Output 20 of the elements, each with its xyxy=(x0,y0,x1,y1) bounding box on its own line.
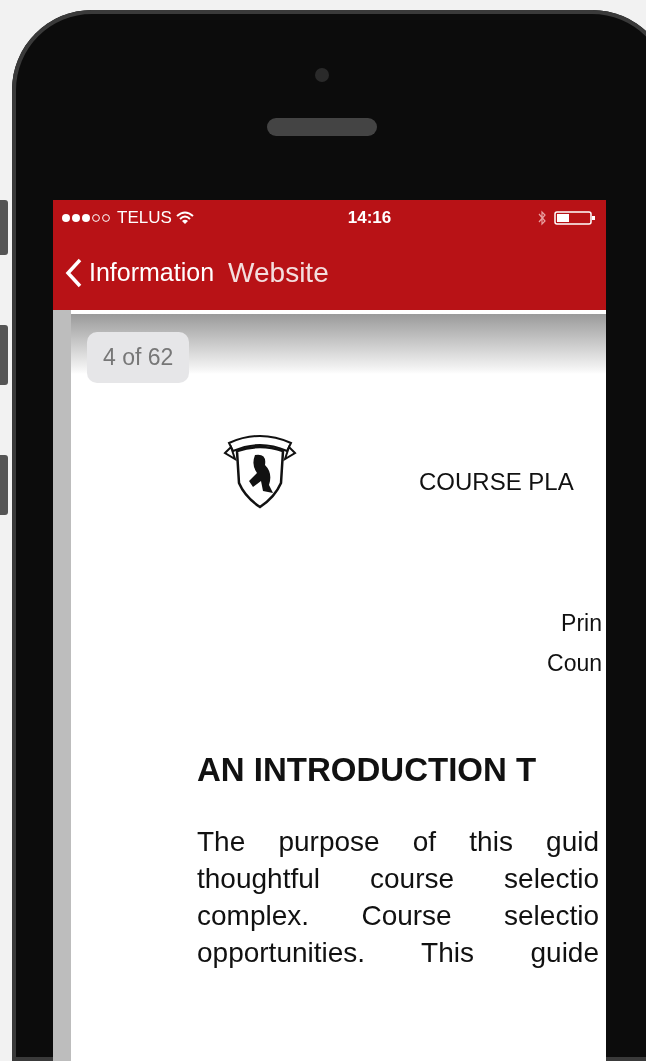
carrier-name: TELUS xyxy=(117,207,172,228)
paragraph-line: complex. Course selectio xyxy=(197,899,599,933)
camera-icon xyxy=(315,68,329,82)
battery-icon xyxy=(554,209,596,226)
paragraph-line: The purpose of this guid xyxy=(197,825,599,859)
page-indicator: 4 of 62 xyxy=(87,332,190,383)
document-title: COURSE PLA xyxy=(419,468,574,496)
signal-icon xyxy=(61,212,113,223)
wifi-icon xyxy=(175,210,194,225)
subtitle-text: Prin xyxy=(561,609,602,638)
subtitle-text: Coun xyxy=(547,649,602,678)
speaker-icon xyxy=(267,118,377,136)
chevron-left-icon xyxy=(65,257,83,288)
section-heading: AN INTRODUCTION T xyxy=(197,751,537,789)
bluetooth-icon xyxy=(538,209,546,226)
paragraph-line: opportunities. This guide xyxy=(197,936,599,970)
nav-title: Website xyxy=(228,256,329,289)
status-time: 14:16 xyxy=(347,207,392,228)
paragraph-line: thoughtful course selectio xyxy=(197,862,599,896)
back-button[interactable]: Information xyxy=(65,257,215,288)
